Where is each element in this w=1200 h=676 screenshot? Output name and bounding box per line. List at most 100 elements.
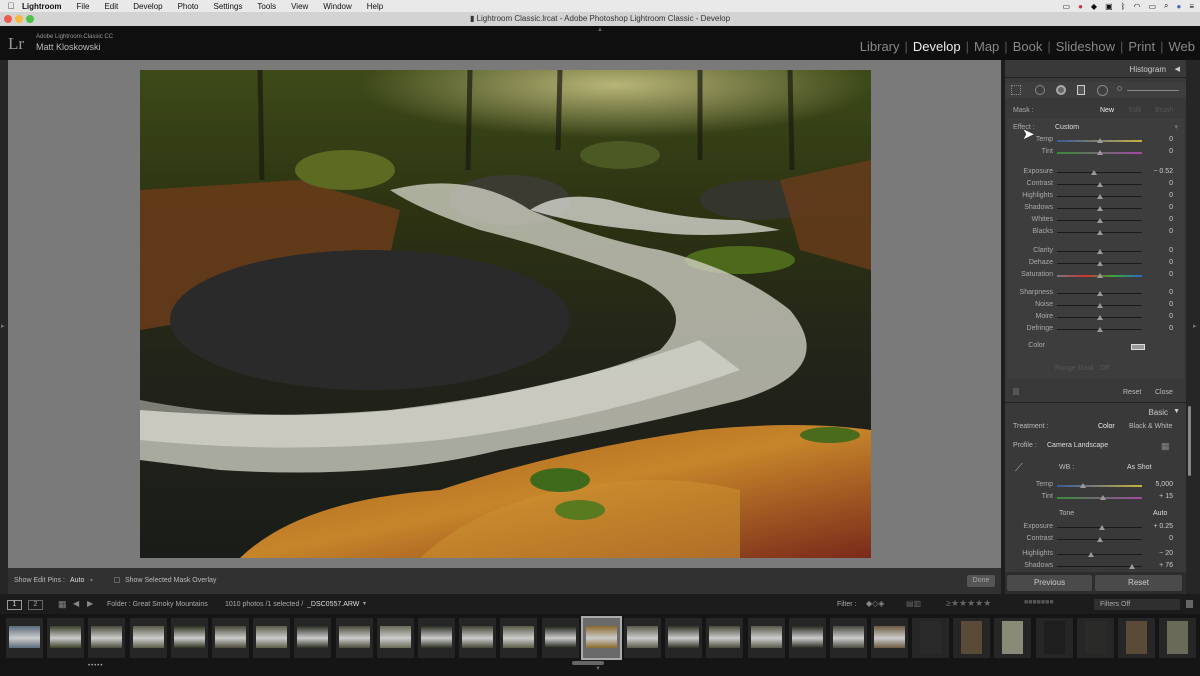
filmstrip-toggle-icon[interactable]: ▼ <box>595 666 601 672</box>
notification-center-icon[interactable]: ≡ <box>1189 2 1194 11</box>
folder-source[interactable]: Folder : Great Smoky Mountains <box>107 601 208 608</box>
tone-auto-button[interactable]: Auto <box>1153 510 1167 517</box>
slider-value[interactable]: 0 <box>1169 148 1173 155</box>
effect-preset-select[interactable]: Custom <box>1055 124 1079 131</box>
slider-knob[interactable] <box>1096 206 1103 211</box>
filmstrip-thumbnail[interactable] <box>129 618 167 658</box>
filmstrip-thumbnail[interactable] <box>580 616 622 660</box>
slider-knob[interactable] <box>1099 525 1106 530</box>
slider-track[interactable] <box>1057 182 1142 187</box>
slider-track[interactable] <box>1057 495 1142 500</box>
apple-icon[interactable]:  <box>0 1 22 11</box>
right-panel-scrollbar[interactable]: ▸ <box>1186 60 1200 594</box>
right-panel-toggle-icon[interactable]: ▸ <box>1193 322 1197 330</box>
slider-knob[interactable] <box>1096 182 1103 187</box>
slider-knob[interactable] <box>1079 483 1086 488</box>
filmstrip-thumbnail[interactable] <box>335 618 373 658</box>
slider-value[interactable]: − 0.52 <box>1153 168 1173 175</box>
slider-blacks[interactable]: Blacks 0 <box>1005 227 1186 237</box>
filmstrip-thumbnail[interactable] <box>418 618 455 658</box>
slider-track[interactable] <box>1057 249 1142 254</box>
switch-icon[interactable] <box>1013 388 1019 395</box>
second-window-button[interactable]: 2 <box>28 600 43 610</box>
slider-value[interactable]: 0 <box>1169 228 1173 235</box>
radial-filter-icon[interactable] <box>1097 85 1108 96</box>
basic-header[interactable]: Basic ▼ <box>1005 406 1186 418</box>
slider-knob[interactable] <box>1096 194 1103 199</box>
mask-reset-button[interactable]: Reset <box>1123 389 1141 396</box>
slider-knob[interactable] <box>1096 218 1103 223</box>
mask-new-button[interactable]: New <box>1100 107 1114 114</box>
slider-contrast[interactable]: Contrast 0 <box>1005 534 1186 544</box>
left-panel-collapsed[interactable]: ▸ <box>0 60 8 594</box>
menu-lightroom[interactable]: Lightroom <box>22 2 62 11</box>
treatment-bw-button[interactable]: Black & White <box>1129 423 1173 430</box>
menu-view[interactable]: View <box>291 2 308 11</box>
filmstrip-thumbnail[interactable] <box>665 618 703 658</box>
module-develop[interactable]: Develop <box>908 39 966 54</box>
slider-knob[interactable] <box>1096 273 1103 278</box>
menu-window[interactable]: Window <box>323 2 351 11</box>
slider-value[interactable]: 0 <box>1169 247 1173 254</box>
module-web[interactable]: Web <box>1164 39 1200 54</box>
filmstrip-thumbnail[interactable] <box>706 618 744 658</box>
filmstrip[interactable]: ••••• ▼ <box>0 614 1200 676</box>
eyedropper-icon[interactable]: ⟋ <box>1015 462 1023 475</box>
slider-value[interactable]: 0 <box>1169 301 1173 308</box>
slider-value[interactable]: 0 <box>1169 259 1173 266</box>
mask-close-button[interactable]: Close <box>1155 389 1173 396</box>
slider-track[interactable] <box>1057 564 1142 569</box>
mask-overlay-checkbox[interactable] <box>114 577 120 583</box>
slider-value[interactable]: 0 <box>1169 204 1173 211</box>
slider-clarity[interactable]: Clarity 0 <box>1005 246 1186 256</box>
mask-brush-button[interactable]: Brush <box>1155 107 1173 114</box>
left-panel-toggle-icon[interactable]: ▸ <box>1 322 5 330</box>
filmstrip-thumbnail[interactable] <box>541 618 579 658</box>
previous-button[interactable]: Previous <box>1007 575 1092 591</box>
slider-knob[interactable] <box>1096 261 1103 266</box>
module-map[interactable]: Map <box>969 39 1004 54</box>
slider-highlights[interactable]: Highlights − 20 <box>1005 549 1186 559</box>
show-edit-pins-select[interactable]: Auto <box>70 577 84 584</box>
filmstrip-thumbnail[interactable] <box>747 618 785 658</box>
slider-temp[interactable]: Temp 5,000 <box>1005 480 1186 490</box>
range-mask-select[interactable]: Range Mask : Off <box>1055 365 1109 372</box>
slider-sharpness[interactable]: Sharpness 0 <box>1005 288 1186 298</box>
slider-track[interactable] <box>1057 230 1142 235</box>
slider-dehaze[interactable]: Dehaze 0 <box>1005 258 1186 268</box>
slider-tint[interactable]: Tint + 15 <box>1005 492 1186 502</box>
filmstrip-thumbnail[interactable] <box>994 618 1032 658</box>
slider-value[interactable]: − 20 <box>1159 550 1173 557</box>
effect-disclosure-icon[interactable]: ▾ <box>1174 123 1178 131</box>
reset-button[interactable]: Reset <box>1095 575 1182 591</box>
slider-track[interactable] <box>1057 273 1142 278</box>
scroll-thumb[interactable] <box>1188 406 1191 476</box>
graduated-filter-icon[interactable] <box>1077 85 1085 95</box>
slider-shadows[interactable]: Shadows 0 <box>1005 203 1186 213</box>
slider-value[interactable]: + 15 <box>1159 493 1173 500</box>
module-book[interactable]: Book <box>1008 39 1048 54</box>
slider-value[interactable]: 0 <box>1169 535 1173 542</box>
filmstrip-thumbnail[interactable] <box>253 618 291 658</box>
creative-cloud-icon[interactable]: ● <box>1078 2 1083 11</box>
slider-value[interactable]: 0 <box>1169 271 1173 278</box>
histogram-header[interactable]: Histogram ◀ <box>1005 63 1186 75</box>
slider-knob[interactable] <box>1096 327 1103 332</box>
slider-noise[interactable]: Noise 0 <box>1005 300 1186 310</box>
filmstrip-thumbnail[interactable] <box>170 618 208 658</box>
filter-lock-icon[interactable] <box>1186 600 1193 608</box>
slider-highlights[interactable]: Highlights 0 <box>1005 191 1186 201</box>
filmstrip-thumbnail[interactable] <box>6 618 43 658</box>
filmstrip-thumbnail[interactable] <box>788 618 826 658</box>
back-arrow-icon[interactable]: ◀ <box>73 599 79 608</box>
slider-track[interactable] <box>1057 303 1142 308</box>
filters-off-select[interactable]: Filters Off <box>1094 599 1180 610</box>
slider-value[interactable]: 0 <box>1169 216 1173 223</box>
slider-track[interactable] <box>1057 327 1142 332</box>
module-print[interactable]: Print <box>1123 39 1160 54</box>
slider-contrast[interactable]: Contrast 0 <box>1005 179 1186 189</box>
slider-saturation[interactable]: Saturation 0 <box>1005 270 1186 280</box>
filmstrip-thumbnail[interactable] <box>212 618 249 658</box>
search-icon[interactable]: ⌕ <box>1164 1 1168 11</box>
screen-icon[interactable]: ▣ <box>1105 2 1113 11</box>
